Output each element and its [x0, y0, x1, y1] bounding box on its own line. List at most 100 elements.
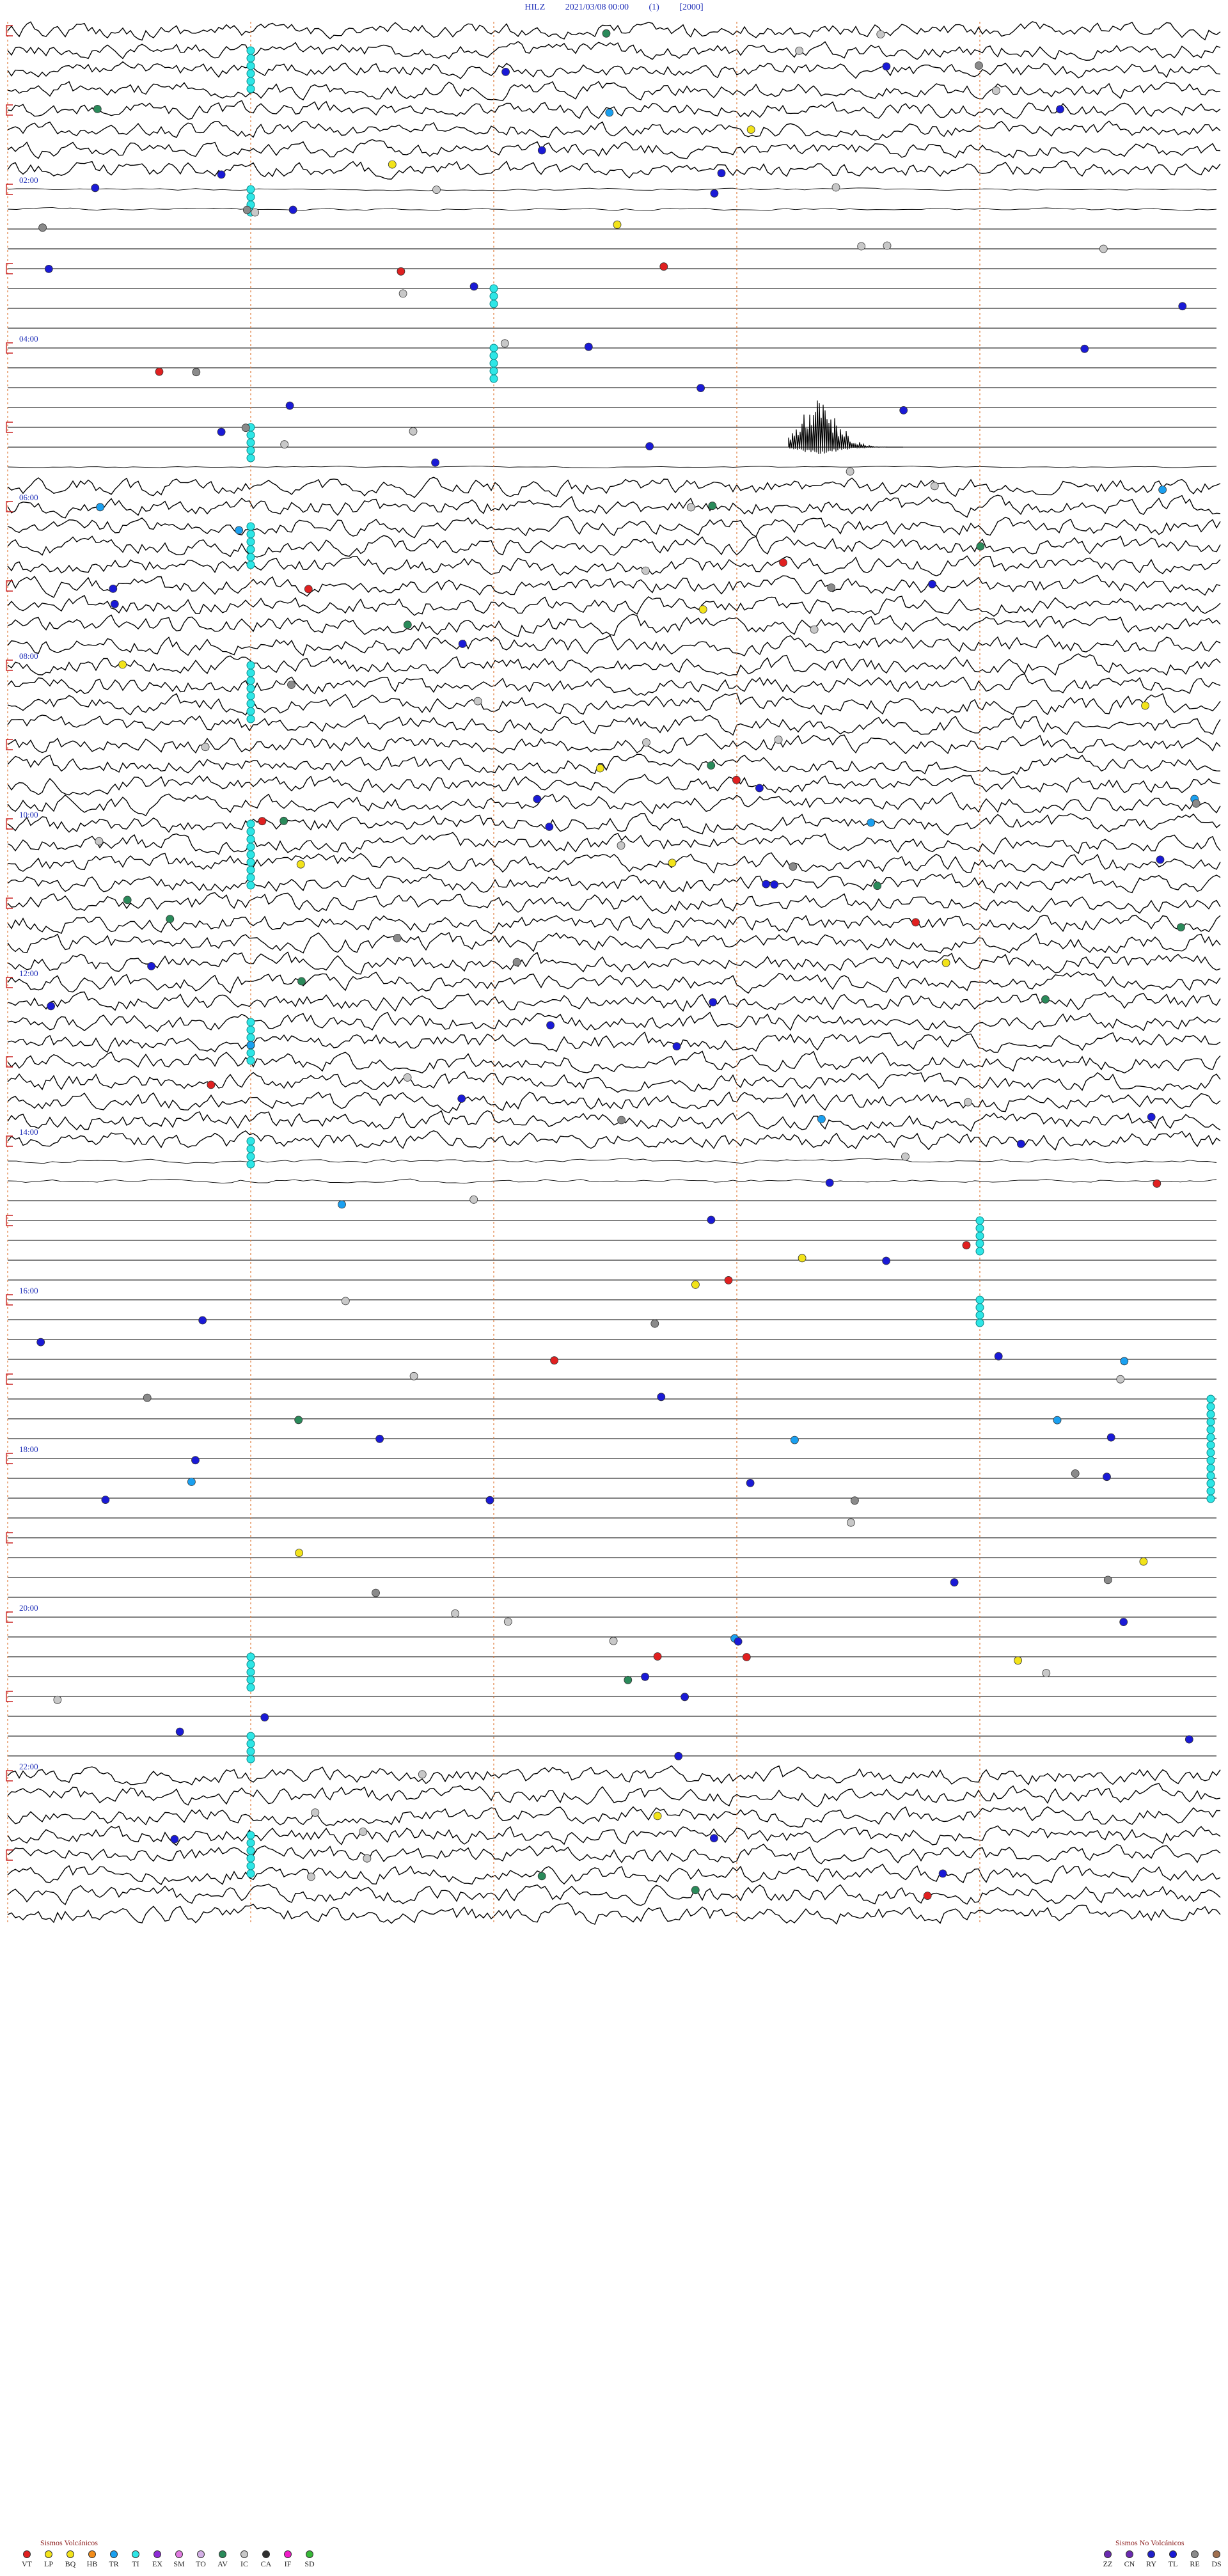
event-marker [709, 998, 718, 1007]
trace-row [7, 635, 1221, 657]
event-marker [882, 62, 891, 71]
event-marker [1103, 1576, 1112, 1584]
event-dot [246, 454, 255, 462]
event-dot [975, 1303, 984, 1312]
event-marker [217, 427, 226, 436]
legend-code: HB [86, 2559, 98, 2568]
legend-dot-icon [1126, 2550, 1133, 2558]
event-marker [397, 267, 405, 276]
trace-row [7, 1178, 1217, 1184]
hour-label: 20:00 [19, 1603, 38, 1613]
event-dot [246, 1869, 255, 1878]
event-marker [681, 1693, 689, 1702]
event-marker [403, 620, 412, 629]
event-dot [1206, 1418, 1215, 1426]
event-marker [101, 1496, 110, 1505]
legend-item-re: RE [1186, 2550, 1204, 2569]
event-marker [469, 1195, 478, 1204]
legend-item-ex: EX [148, 2550, 166, 2569]
event-marker [642, 566, 650, 575]
event-dot [246, 1668, 255, 1677]
trace-row [7, 120, 1221, 141]
event-marker [962, 1241, 971, 1250]
event-marker [1120, 1357, 1129, 1366]
event-marker [642, 738, 650, 747]
event-marker [697, 384, 705, 392]
event-dot [975, 1231, 984, 1240]
trace-row [7, 1031, 1221, 1053]
trace-row [7, 1158, 1217, 1164]
event-dot [246, 545, 255, 554]
event-dot [246, 431, 255, 439]
event-marker [605, 108, 614, 117]
event-dot [246, 668, 255, 677]
event-marker [779, 558, 787, 567]
event-marker [501, 68, 510, 76]
event-marker [338, 1200, 346, 1209]
legend-dot-icon [154, 2550, 161, 2558]
legend-code: TR [109, 2559, 119, 2568]
legend-item-ds: DS [1208, 2550, 1225, 2569]
event-marker [363, 1854, 372, 1863]
event-dot [246, 835, 255, 844]
event-marker [817, 1115, 826, 1123]
hour-label: 02:00 [19, 175, 38, 185]
trace-row [7, 773, 1221, 796]
event-marker [96, 503, 105, 512]
event-marker [911, 918, 920, 927]
trace-row [7, 892, 1221, 915]
event-marker [38, 223, 47, 232]
legend-dot-icon [88, 2550, 96, 2558]
event-marker [110, 599, 119, 608]
event-marker [762, 880, 771, 889]
hour-label: 22:00 [19, 1762, 38, 1771]
event-marker [403, 1073, 412, 1082]
legend-dot-icon [1213, 2550, 1220, 2558]
event-dot [975, 1224, 984, 1233]
event-marker [93, 104, 102, 113]
event-marker [155, 367, 164, 376]
event-marker [827, 583, 836, 592]
event-marker [883, 241, 892, 250]
legend-dot-icon [132, 2550, 139, 2558]
trace-row [7, 21, 1221, 41]
trace-row [7, 613, 1221, 638]
event-dot [246, 77, 255, 86]
event-marker [1158, 486, 1167, 494]
event-marker [246, 1041, 255, 1050]
legend-item-if: IF [279, 2550, 297, 2569]
event-dot [246, 1854, 255, 1863]
event-marker [641, 1672, 649, 1681]
event-marker [294, 1416, 303, 1425]
event-marker [359, 1828, 367, 1836]
event-dot [246, 69, 255, 78]
event-dot [246, 819, 255, 828]
event-marker [1103, 1473, 1111, 1482]
trace-row [7, 100, 1221, 120]
event-marker [789, 862, 798, 871]
event-marker [311, 1808, 320, 1817]
event-marker [545, 823, 554, 831]
event-marker [44, 264, 53, 273]
event-marker [1139, 1557, 1148, 1566]
event-dot [246, 1144, 255, 1153]
legend-code: TO [196, 2559, 206, 2568]
trace-row [7, 477, 1221, 498]
event-marker [938, 1869, 947, 1878]
legend-item-ca: CA [257, 2550, 275, 2569]
event-marker [118, 660, 127, 669]
event-marker [297, 977, 306, 986]
event-marker [755, 784, 764, 793]
event-marker [672, 1042, 681, 1051]
legend-item-sm: SM [170, 2550, 188, 2569]
event-dot [489, 284, 498, 293]
event-marker [876, 30, 885, 38]
legend-volcanic: Sismos Volcánicos VT LP BQ HB TR TI EX SM TO AV IC… [18, 2538, 319, 2569]
event-marker [1185, 1735, 1193, 1744]
event-dot [246, 676, 255, 685]
event-marker [1106, 1433, 1115, 1442]
event-dot [246, 522, 255, 531]
event-marker [798, 1254, 807, 1263]
event-dot [246, 537, 255, 546]
event-dot [489, 374, 498, 383]
